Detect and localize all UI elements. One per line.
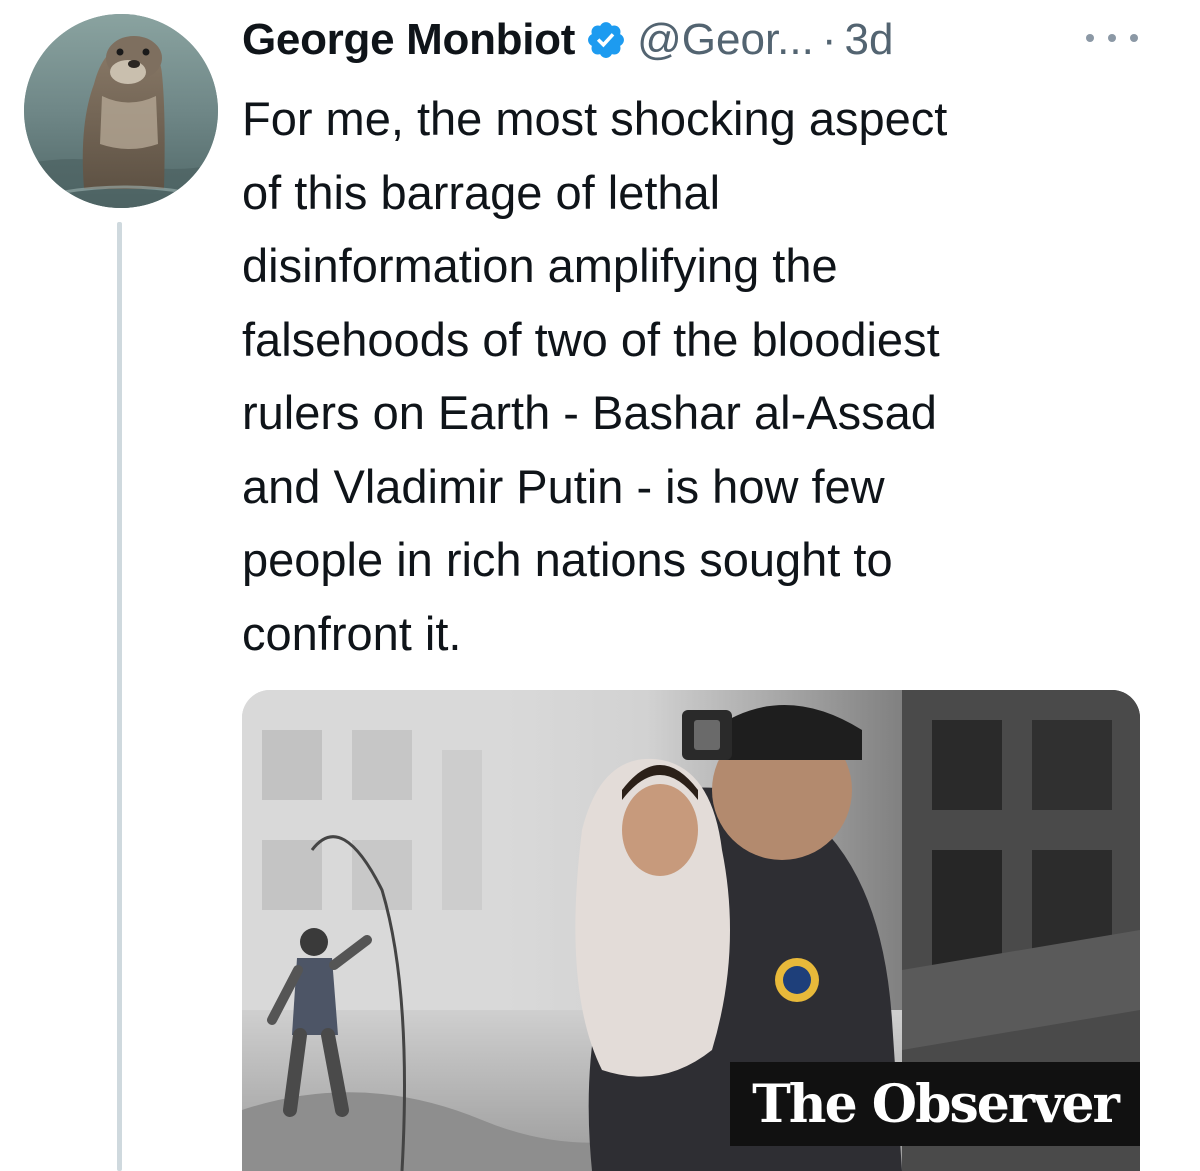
- verified-badge-icon: [585, 19, 627, 61]
- tweet-header: George Monbiot @Geor... · 3d: [242, 8, 893, 72]
- separator-dot: ·: [821, 15, 837, 64]
- publisher-logo-text: The Observer: [752, 1073, 1120, 1135]
- more-dot: [1130, 34, 1138, 42]
- link-card[interactable]: The Observer: [242, 690, 1140, 1171]
- more-options-icon[interactable]: [1086, 28, 1138, 48]
- tweet-text: For me, the most shocking aspect of this…: [242, 92, 948, 660]
- tweet-timestamp[interactable]: 3d: [845, 15, 894, 65]
- publisher-logo: The Observer: [730, 1062, 1140, 1146]
- author-name[interactable]: George Monbiot: [242, 15, 575, 65]
- thread-connector-line: [117, 222, 122, 1171]
- more-dot: [1108, 34, 1116, 42]
- author-avatar[interactable]: [24, 14, 218, 208]
- more-dot: [1086, 34, 1094, 42]
- author-handle[interactable]: @Geor...: [637, 15, 814, 65]
